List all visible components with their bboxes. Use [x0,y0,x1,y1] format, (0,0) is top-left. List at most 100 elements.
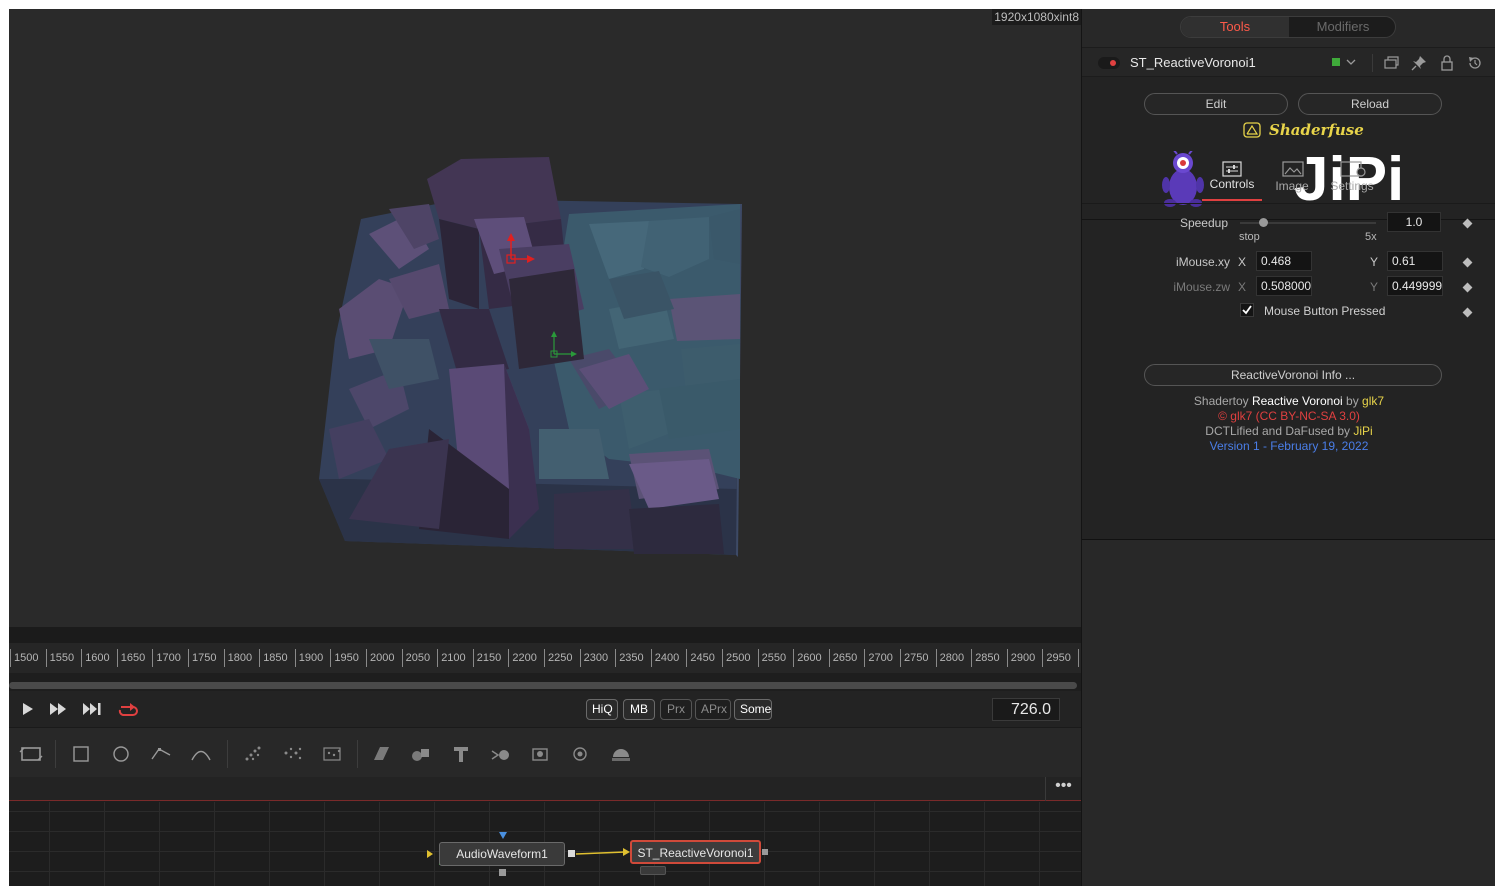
toolbar-separator [227,740,228,768]
imouse-zw-y-field[interactable]: 0.449999 [1387,276,1443,296]
camera-3d-button[interactable] [527,742,555,766]
renderer-3d-icon [573,747,587,761]
tool-header: ST_ReactiveVoronoi1 [1082,47,1495,77]
reload-button[interactable]: Reload [1298,93,1442,115]
subtab-controls-label: Controls [1209,177,1255,191]
timeline-tick: 1950 [330,649,359,667]
timeline-tick: 2500 [722,649,750,667]
ellipse-tool-button[interactable] [107,742,135,766]
play-button[interactable] [17,701,39,717]
subtab-settings[interactable]: Settings [1322,155,1382,201]
imouse-xy-x-field[interactable]: 0.468 [1256,251,1312,271]
toolbar [9,727,1081,777]
fog-3d-button[interactable] [607,742,635,766]
node-st-reactive-voronoi[interactable]: ST_ReactiveVoronoi1 [630,840,761,864]
tab-tools[interactable]: Tools [1181,17,1289,37]
tool-enable-switch[interactable] [1098,57,1120,69]
author-link[interactable]: glk7 [1362,394,1384,408]
edit-button[interactable]: Edit [1144,93,1288,115]
imouse-xy-keyframe-button[interactable] [1462,257,1473,268]
resolution-label: 1920x1080xint8 [992,9,1081,25]
chevron-down-icon[interactable] [1346,58,1356,66]
timeline-tick: 2100 [437,649,466,667]
lock-icon[interactable] [1439,55,1455,71]
timeline-tick: 1550 [45,649,74,667]
timeline-tick: 1600 [81,649,110,667]
subtab-controls[interactable]: Controls [1202,155,1262,201]
timeline-tick: 2550 [757,649,786,667]
mouse-pressed-label: Mouse Button Pressed [1264,304,1386,318]
image-plane-3d-button[interactable] [367,742,395,766]
loop-button[interactable] [116,701,140,717]
fast-forward-icon [50,703,66,715]
viewer[interactable]: 1920x1080xint8 [9,9,1081,627]
toolbar-separator [55,740,56,768]
color-swatch-icon[interactable] [1332,58,1340,66]
auto-proxy-toggle[interactable]: APrx [695,699,731,720]
toolbar-separator [357,740,358,768]
timeline-scrubber[interactable] [9,682,1077,689]
shape-3d-button[interactable] [407,742,435,766]
credits-line-3: DCTLified and DaFused by JiPi [1082,424,1495,438]
timeline-tick: 1650 [116,649,145,667]
imouse-zw-label: iMouse.zw [1173,280,1230,294]
versions-icon[interactable] [1383,55,1399,71]
background-icon [19,747,43,761]
version-line[interactable]: Version 1 - February 19, 2022 [1082,439,1495,453]
motion-blur-toggle[interactable]: MB [623,699,655,720]
mouse-pressed-keyframe-button[interactable] [1462,307,1473,318]
speedup-min-label: stop [1239,231,1260,243]
speedup-keyframe-button[interactable] [1462,218,1473,229]
particle-emitter-button[interactable] [239,742,267,766]
viewer-ruler [9,627,1081,643]
merge-3d-button[interactable] [487,742,515,766]
credits-text: Shadertoy [1193,394,1252,408]
selective-update-toggle[interactable]: Some [734,699,772,720]
text-3d-button[interactable] [447,742,475,766]
imouse-xy-x-label: X [1238,255,1247,269]
info-button[interactable]: ReactiveVoronoi Info ... [1144,364,1442,386]
shaderfuse-brand: Shaderfuse [1269,121,1364,139]
imouse-xy-y-field[interactable]: 0.61 [1387,251,1443,271]
more-options-button[interactable]: ••• [1045,777,1081,801]
red-dot-icon [1110,60,1116,66]
timeline-tick: 1700 [152,649,181,667]
shape-3d-icon [412,749,429,761]
go-to-end-button[interactable] [81,701,103,717]
hiq-toggle[interactable]: HiQ [586,699,618,720]
timeline-tick: 2300 [579,649,608,667]
fast-forward-button[interactable] [47,701,69,717]
speedup-slider-knob[interactable] [1259,218,1269,227]
pin-icon[interactable] [1411,55,1427,71]
renderer-3d-button[interactable] [567,742,595,766]
rectangle-tool-button[interactable] [67,742,95,766]
timeline-tick: 2450 [686,649,715,667]
bspline-tool-button[interactable] [187,742,215,766]
speedup-value-field[interactable]: 1.0 [1387,212,1441,232]
license-line[interactable]: © glk7 (CC BY-NC-SA 3.0) [1082,409,1495,423]
imouse-zw-x-field[interactable]: 0.508000 [1256,276,1312,296]
current-frame-field[interactable]: 726.0 [992,698,1060,721]
shader-name-link[interactable]: Reactive Voronoi [1252,394,1343,408]
node-thumbnail-toggle[interactable] [640,866,666,875]
mouse-pressed-checkbox[interactable] [1240,303,1254,317]
timeline-ruler[interactable]: 1500 1550 1600 1650 1700 1750 1800 1850 1900 1950… [9,643,1081,673]
timeline-tick: 1750 [188,649,216,667]
image-plane-3d-icon [374,747,389,760]
jipi-link[interactable]: JiPi [1353,424,1372,438]
timeline-tick: 2600 [793,649,822,667]
node-audio-waveform[interactable]: AudioWaveform1 [439,842,565,866]
subtab-image[interactable]: Image [1262,155,1322,201]
imouse-zw-keyframe-button[interactable] [1462,282,1473,293]
polygon-tool-button[interactable] [147,742,175,766]
bspline-mask-icon [191,750,211,761]
background-tool-button[interactable] [17,742,45,766]
node-editor[interactable]: AudioWaveform1 ST_ReactiveVoronoi1 [9,802,1081,886]
particle-pixel-button[interactable] [319,742,347,766]
particle-render-button[interactable] [279,742,307,766]
reset-icon[interactable] [1467,55,1483,71]
jipi-mascot-icon [1162,151,1204,207]
tab-modifiers[interactable]: Modifiers [1289,17,1395,37]
proxy-toggle[interactable]: Prx [660,699,692,720]
camera-3d-icon [532,748,548,761]
